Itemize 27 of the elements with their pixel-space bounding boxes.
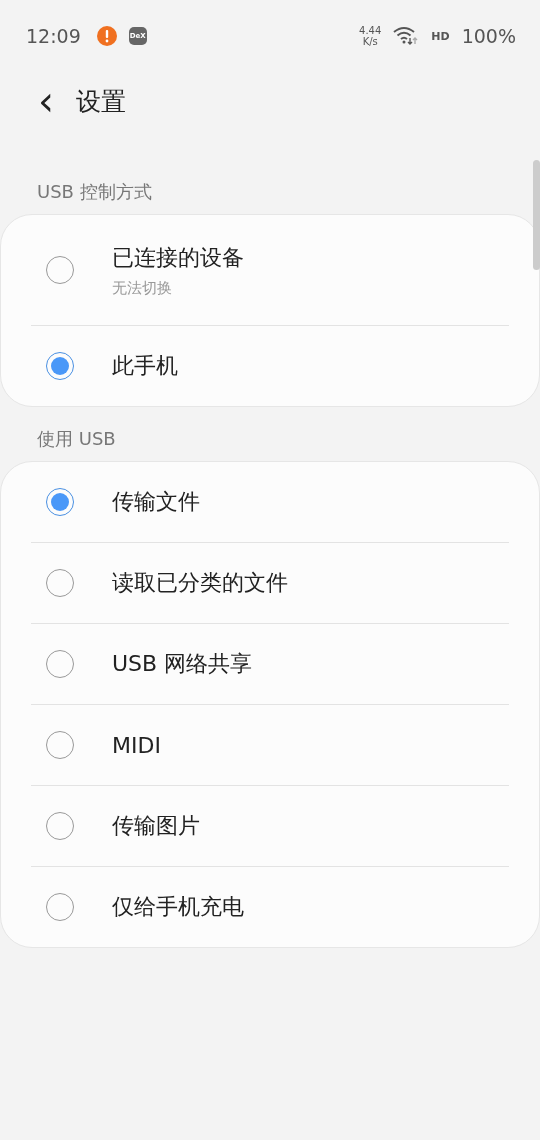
- wifi-icon: [393, 26, 420, 46]
- option-item[interactable]: 已连接的设备 无法切换: [1, 215, 527, 325]
- option-item[interactable]: 此手机: [1, 326, 527, 406]
- option-item[interactable]: 传输文件: [1, 462, 527, 542]
- section-header: USB 控制方式: [36, 180, 153, 204]
- status-time: 12:09: [26, 25, 81, 47]
- option-label: 仅给手机充电: [112, 893, 244, 921]
- option-label: 读取已分类的文件: [112, 569, 288, 597]
- option-label: 传输图片: [112, 812, 200, 840]
- option-item[interactable]: 仅给手机充电: [1, 867, 527, 947]
- option-item[interactable]: MIDI: [1, 705, 527, 785]
- back-button[interactable]: ‹: [34, 81, 58, 121]
- option-label: 此手机: [112, 352, 178, 380]
- alert-icon: [96, 26, 117, 46]
- network-speed: 4.44 K/s: [359, 25, 382, 47]
- option-item[interactable]: 读取已分类的文件: [1, 543, 527, 623]
- hd-indicator: HD: [431, 29, 450, 43]
- section-header: 使用 USB: [36, 427, 117, 451]
- option-label: 传输文件: [112, 488, 200, 516]
- page-title: 设置: [76, 85, 126, 118]
- option-label: MIDI: [112, 732, 161, 758]
- option-item[interactable]: 传输图片: [1, 786, 527, 866]
- battery-level: 100%: [461, 25, 516, 47]
- option-item[interactable]: USB 网络共享: [1, 624, 527, 704]
- option-subtitle: 无法切换: [112, 278, 173, 298]
- option-label: USB 网络共享: [112, 650, 253, 678]
- option-label: 已连接的设备: [112, 243, 244, 272]
